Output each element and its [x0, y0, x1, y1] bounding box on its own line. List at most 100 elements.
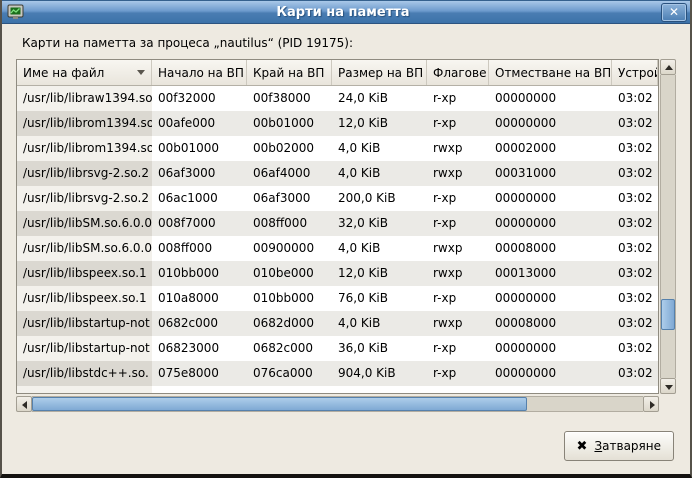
table-cell: /usr/lib/libSM.so.6.0.0 — [17, 211, 152, 236]
table-cell: 00b01000 — [152, 136, 247, 161]
table-cell: 03:02 — [612, 186, 659, 211]
vertical-scroll-track[interactable] — [660, 75, 676, 378]
close-x-icon: ✖ — [577, 440, 588, 453]
table-cell: 00afe000 — [152, 111, 247, 136]
table-cell: 00000000 — [489, 186, 612, 211]
table-cell: 00013000 — [489, 261, 612, 286]
table-cell: 06823000 — [152, 336, 247, 361]
table-cell: 0682c000 — [152, 311, 247, 336]
table-cell: /usr/lib/libstartup-not — [17, 336, 152, 361]
table-row[interactable]: /usr/lib/librsvg-2.so.206af300006af40004… — [17, 161, 658, 186]
table-cell: /usr/lib/librsvg-2.so.2 — [17, 161, 152, 186]
table-cell: 008ff000 — [247, 211, 332, 236]
horizontal-scroll-track[interactable] — [32, 396, 643, 412]
scrollbar-corner — [659, 394, 675, 412]
table-row[interactable]: /usr/lib/librom1394.so00b0100000b020004,… — [17, 136, 658, 161]
table-cell: 010be000 — [247, 261, 332, 286]
table-cell: 03:02 — [612, 311, 659, 336]
scroll-up-icon[interactable] — [660, 59, 676, 75]
table-cell: /usr/lib/libspeex.so.1 — [17, 261, 152, 286]
table-cell: 06ac1000 — [152, 186, 247, 211]
table-row[interactable]: /usr/lib/libspeex.so.1010bb000010be00012… — [17, 261, 658, 286]
table-cell: 24,0 KiB — [332, 86, 427, 111]
table-cell: 008ff000 — [152, 236, 247, 261]
close-dialog-button[interactable]: ✖ Затваряне — [564, 431, 674, 461]
scroll-left-icon[interactable] — [16, 396, 32, 412]
table-cell: r-xp — [427, 186, 489, 211]
column-header-flags[interactable]: Флагове — [427, 60, 489, 85]
horizontal-scroll-thumb[interactable] — [32, 397, 527, 411]
sort-arrow-icon — [137, 70, 145, 75]
table-cell: 4,0 KiB — [332, 311, 427, 336]
table-cell: rwxp — [427, 136, 489, 161]
table-cell: /usr/lib/librom1394.so — [17, 136, 152, 161]
table-row[interactable]: /usr/lib/librsvg-2.so.206ac100006af30002… — [17, 186, 658, 211]
titlebar[interactable]: Карти на паметта ✕ — [2, 0, 690, 24]
close-button-label: Затваряне — [594, 439, 661, 453]
table-cell: 06af3000 — [247, 186, 332, 211]
table-cell: 00002000 — [489, 136, 612, 161]
table-cell: /usr/lib/libspeex.so.1 — [17, 286, 152, 311]
scroll-down-icon[interactable] — [660, 378, 676, 394]
table-cell: 00000000 — [489, 286, 612, 311]
table-cell: 03:02 — [612, 236, 659, 261]
table-cell: 03:02 — [612, 211, 659, 236]
table-cell: 00f32000 — [152, 86, 247, 111]
system-monitor-icon — [7, 4, 25, 20]
column-header-vm-start[interactable]: Начало на ВП — [152, 60, 247, 85]
memory-map-table-area: Име на файл Начало на ВП Край на ВП Разм… — [16, 59, 675, 412]
table-cell: rwxp — [427, 161, 489, 186]
table-cell: rwxp — [427, 236, 489, 261]
table-cell: 0682d000 — [247, 311, 332, 336]
column-header-vm-size[interactable]: Размер на ВП — [332, 60, 427, 85]
table-cell: 00b02000 — [247, 136, 332, 161]
table-cell: rwxp — [427, 261, 489, 286]
vertical-scrollbar[interactable] — [660, 59, 676, 394]
table-cell: /usr/lib/librom1394.so — [17, 111, 152, 136]
vertical-scroll-thumb[interactable] — [661, 299, 675, 330]
table-cell: 010bb000 — [152, 261, 247, 286]
table-cell: /usr/lib/librsvg-2.so.2 — [17, 186, 152, 211]
table-cell: 00008000 — [489, 311, 612, 336]
table-cell: 06af3000 — [152, 161, 247, 186]
table-cell: 010a8000 — [152, 286, 247, 311]
table-cell: /usr/lib/libraw1394.so — [17, 86, 152, 111]
table-row[interactable]: /usr/lib/libstdc++.so.075e8000076ca00090… — [17, 361, 658, 386]
table-row[interactable]: /usr/lib/libSM.so.6.0.0008f7000008ff0003… — [17, 211, 658, 236]
table-cell: 00000000 — [489, 211, 612, 236]
table-row[interactable]: /usr/lib/libspeex.so.1010a8000010bb00076… — [17, 286, 658, 311]
table-body: /usr/lib/libraw1394.so00f3200000f3800024… — [17, 86, 658, 386]
table-row[interactable]: /usr/lib/libSM.so.6.0.0008ff000009000004… — [17, 236, 658, 261]
column-header-filename[interactable]: Име на файл — [17, 60, 152, 85]
table-cell: 4,0 KiB — [332, 136, 427, 161]
table-cell: 200,0 KiB — [332, 186, 427, 211]
table-cell: 075e8000 — [152, 361, 247, 386]
column-header-device[interactable]: Устройство — [612, 60, 658, 85]
table-cell: 03:02 — [612, 361, 659, 386]
table-cell: 12,0 KiB — [332, 111, 427, 136]
table-cell: 010bb000 — [247, 286, 332, 311]
column-header-vm-end[interactable]: Край на ВП — [247, 60, 332, 85]
window-title: Карти на паметта — [25, 5, 661, 20]
table-cell: 03:02 — [612, 136, 659, 161]
table-cell: 076ca000 — [247, 361, 332, 386]
table-cell: 00031000 — [489, 161, 612, 186]
table-cell: 00900000 — [247, 236, 332, 261]
table-cell: 0682c000 — [247, 336, 332, 361]
horizontal-scrollbar[interactable] — [16, 396, 659, 412]
table-cell: r-xp — [427, 336, 489, 361]
table-cell: 4,0 KiB — [332, 236, 427, 261]
scroll-right-icon[interactable] — [643, 396, 659, 412]
column-header-vm-offset[interactable]: Отместване на ВП — [489, 60, 612, 85]
table-cell: 03:02 — [612, 86, 659, 111]
table-row[interactable]: /usr/lib/libraw1394.so00f3200000f3800024… — [17, 86, 658, 111]
table-cell: r-xp — [427, 286, 489, 311]
table-cell: 03:02 — [612, 161, 659, 186]
close-icon[interactable]: ✕ — [661, 3, 687, 22]
table-cell: 36,0 KiB — [332, 336, 427, 361]
table-cell: /usr/lib/libstdc++.so. — [17, 361, 152, 386]
table-row[interactable]: /usr/lib/librom1394.so00afe00000b0100012… — [17, 111, 658, 136]
table-row[interactable]: /usr/lib/libstartup-not0682c0000682d0004… — [17, 311, 658, 336]
table-cell: 03:02 — [612, 336, 659, 361]
table-row[interactable]: /usr/lib/libstartup-not068230000682c0003… — [17, 336, 658, 361]
